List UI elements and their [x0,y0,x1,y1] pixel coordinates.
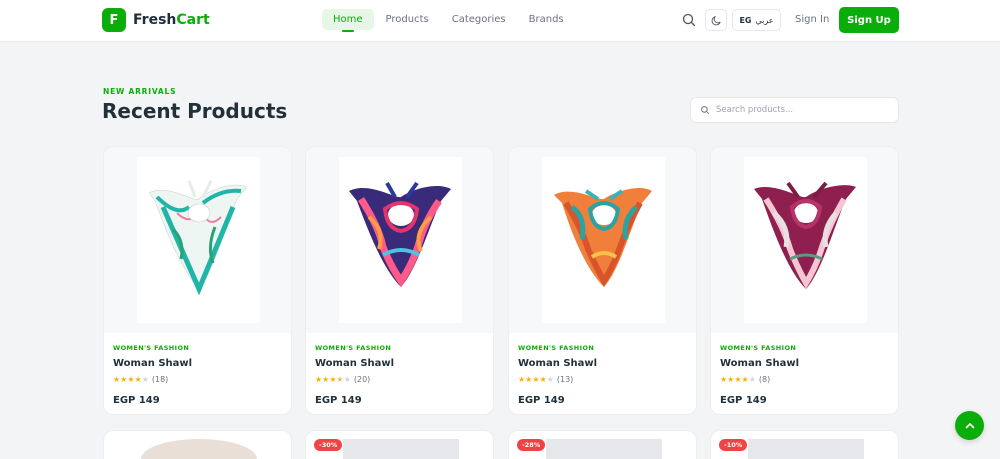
sign-up-button[interactable]: Sign Up [839,7,899,33]
product-card[interactable]: WOMEN'S FASHION Woman Shawl ★ ★ ★ ★ ★ (13) E… [508,146,697,415]
product-rating: ★ ★ ★ ★ ★ (8) [720,375,770,384]
shawl-image [754,181,856,289]
arrow-up-icon [965,422,974,428]
star-icon: ★ [329,374,337,384]
star-icon: ★ [720,374,728,384]
search-input[interactable] [716,105,886,115]
product-image [141,439,257,459]
product-name[interactable]: Woman Shawl [518,358,597,369]
review-count: (18) [151,375,169,384]
product-image [711,147,898,333]
logo-text: FreshCart [133,12,210,28]
product-search[interactable] [690,97,899,123]
product-image [546,439,662,459]
shawl-image [148,180,248,296]
star-icon: ★ [134,374,142,384]
moon-icon [711,15,721,25]
discount-badge: -28% [517,439,546,451]
nav-brands[interactable]: Brands [518,9,575,30]
logo-mark: F [102,8,126,32]
language-switch-button[interactable]: EG عربي [732,9,781,31]
product-price: EGP 149 [720,395,767,406]
star-icon: ★ [727,374,735,384]
product-card[interactable]: -28% [508,430,697,459]
star-empty-icon: ★ [546,374,554,384]
discount-badge: -10% [719,439,748,451]
scroll-to-top-button[interactable] [955,411,984,440]
sign-in-link[interactable]: Sign In [795,14,829,25]
page-title: Recent Products [102,99,288,123]
lang-code: EG [739,15,752,25]
theme-toggle-button[interactable] [705,9,727,31]
review-count: (13) [556,375,574,384]
product-price: EGP 149 [518,395,565,406]
product-card[interactable]: WOMEN'S FASHION Woman Shawl ★ ★ ★ ★ ★ (20) E… [305,146,494,415]
lang-label: عربي [755,15,774,25]
product-card[interactable]: WOMEN'S FASHION Woman Shawl ★ ★ ★ ★ ★ (18) E… [103,146,292,415]
product-image [509,147,696,333]
product-category: WOMEN'S FASHION [720,344,797,352]
product-price: EGP 149 [113,395,160,406]
product-name[interactable]: Woman Shawl [315,358,394,369]
star-icon: ★ [532,374,540,384]
nav-products[interactable]: Products [375,9,440,30]
product-image [306,147,493,333]
shawl-image [349,181,451,288]
product-card[interactable]: -30% [305,430,494,459]
product-image [104,147,291,333]
star-half-icon: ★ [336,374,344,384]
star-icon: ★ [113,374,121,384]
star-icon: ★ [734,374,742,384]
product-card[interactable] [103,430,292,459]
search-icon [701,106,709,114]
logo-text-part2: Cart [176,12,210,28]
product-image [748,439,864,459]
top-navbar: F FreshCart Home Products Categories Bra… [0,0,1000,42]
star-empty-icon: ★ [748,374,756,384]
review-count: (8) [758,375,771,384]
product-rating: ★ ★ ★ ★ ★ (13) [518,375,573,384]
star-icon: ★ [741,374,749,384]
star-icon: ★ [518,374,526,384]
product-image [343,439,459,459]
star-empty-icon: ★ [343,374,351,384]
star-icon: ★ [322,374,330,384]
product-category: WOMEN'S FASHION [113,344,190,352]
star-icon: ★ [525,374,533,384]
product-category: WOMEN'S FASHION [315,344,392,352]
review-count: (20) [353,375,371,384]
star-icon: ★ [120,374,128,384]
product-name[interactable]: Woman Shawl [720,358,799,369]
star-icon: ★ [539,374,547,384]
discount-badge: -30% [314,439,343,451]
product-card[interactable]: WOMEN'S FASHION Woman Shawl ★ ★ ★ ★ ★ (8) EG… [710,146,899,415]
logo[interactable]: F FreshCart [102,8,210,32]
star-empty-icon: ★ [141,374,149,384]
product-name[interactable]: Woman Shawl [113,358,192,369]
shawl-image [554,188,652,287]
product-rating: ★ ★ ★ ★ ★ (18) [113,375,168,384]
product-card[interactable]: -10% [710,430,899,459]
star-icon: ★ [127,374,135,384]
product-price: EGP 149 [315,395,362,406]
product-rating: ★ ★ ★ ★ ★ (20) [315,375,370,384]
search-icon[interactable] [681,12,697,28]
nav-categories[interactable]: Categories [441,9,517,30]
product-category: WOMEN'S FASHION [518,344,595,352]
section-eyebrow: NEW ARRIVALS [103,87,177,96]
nav-home[interactable]: Home [322,9,374,32]
star-icon: ★ [315,374,323,384]
logo-text-part1: Fresh [133,12,177,28]
main-nav: Home Products Categories Brands [322,9,576,32]
